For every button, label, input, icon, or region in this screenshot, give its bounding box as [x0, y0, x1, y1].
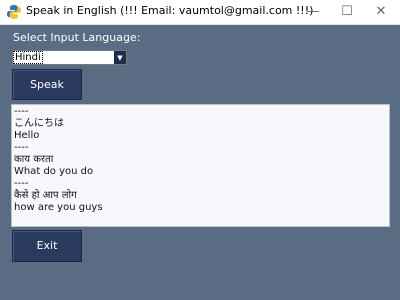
language-dropdown-value: Hindi: [13, 51, 43, 64]
transcript-line: how are you guys: [14, 202, 103, 213]
speak-button[interactable]: Speak: [12, 69, 82, 100]
transcript-line: कैसे हो आप लोग: [14, 190, 77, 201]
python-icon: [6, 4, 22, 20]
transcript-line: こんにちは: [14, 118, 64, 129]
transcript-line: ----: [14, 106, 29, 117]
close-button[interactable]: ✕: [364, 0, 398, 24]
transcript-line: What do you do: [14, 166, 94, 177]
chevron-down-icon[interactable]: ▼: [114, 51, 126, 64]
transcript-line: ----: [14, 142, 29, 153]
language-label: Select Input Language:: [13, 31, 141, 44]
title-bar[interactable]: Speak in English (!!! Email: vaumtol@gma…: [0, 0, 400, 25]
language-dropdown[interactable]: Hindi ▼: [12, 50, 127, 65]
transcript-line: Hello: [14, 130, 40, 141]
transcript-text-area[interactable]: ---- こんにちは Hello ---- काय करता What do y…: [11, 104, 390, 227]
transcript-line: काय करता: [14, 154, 54, 165]
exit-button[interactable]: Exit: [12, 230, 82, 262]
window-title: Speak in English (!!! Email: vaumtol@gma…: [26, 4, 314, 17]
maximize-button[interactable]: ☐: [330, 0, 364, 24]
minimize-button[interactable]: —: [296, 0, 330, 24]
app-client-area: Select Input Language: Hindi ▼ Speak ---…: [0, 25, 400, 300]
transcript-line: ----: [14, 178, 29, 189]
